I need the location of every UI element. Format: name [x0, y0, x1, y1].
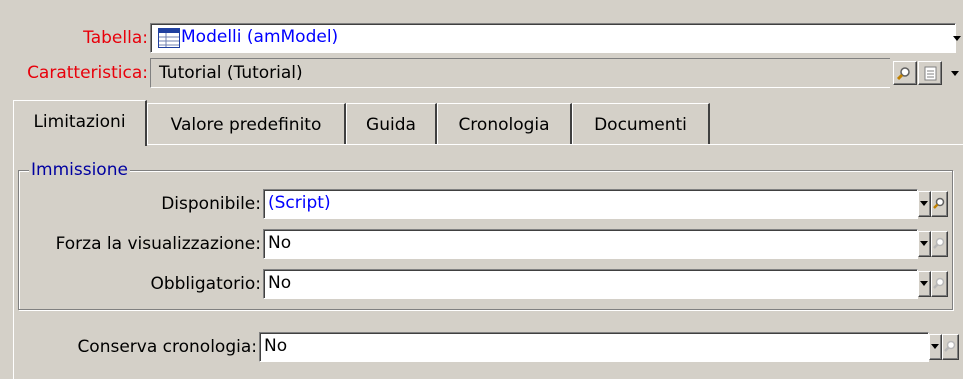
required-search-button[interactable] [931, 271, 948, 297]
tab-limitazioni[interactable]: Limitazioni [13, 100, 147, 146]
history-field[interactable]: No [259, 332, 929, 362]
tab-documenti[interactable]: Documenti [572, 103, 710, 145]
dropdown-arrow-icon [920, 201, 928, 206]
tab-label: Limitazioni [33, 112, 126, 132]
history-value: No [264, 336, 288, 356]
force-display-label: Forza la visualizzazione: [55, 234, 261, 254]
required-dropdown-button[interactable] [918, 271, 931, 297]
available-label: Disponibile: [161, 194, 261, 214]
magnifier-icon [933, 237, 945, 249]
magnifier-icon [933, 277, 945, 289]
history-dropdown-button[interactable] [929, 334, 942, 360]
table-field[interactable]: Modelli (amModel) [150, 23, 956, 53]
tab-label: Valore predefinito [170, 115, 322, 135]
required-field[interactable]: No [263, 269, 918, 299]
feature-details-button[interactable] [918, 61, 942, 85]
force-display-field[interactable]: No [263, 229, 918, 259]
tab-label: Guida [366, 115, 416, 135]
available-dropdown-button[interactable] [918, 191, 931, 217]
feature-search-button[interactable] [893, 61, 917, 85]
magnifier-icon [944, 340, 956, 352]
feature-label: Caratteristica: [27, 63, 148, 83]
dropdown-arrow-icon[interactable] [953, 36, 961, 41]
table-icon [159, 29, 179, 47]
magnifier-icon [933, 197, 945, 209]
feature-field: Tutorial (Tutorial) [150, 58, 890, 88]
details-icon [924, 66, 937, 81]
available-value: (Script) [268, 193, 331, 213]
tab-label: Documenti [594, 115, 687, 135]
available-search-button[interactable] [931, 191, 948, 217]
tab-guida[interactable]: Guida [346, 103, 437, 145]
table-value: Modelli (amModel) [181, 27, 339, 47]
required-value: No [268, 273, 292, 293]
dropdown-arrow-icon [920, 241, 928, 246]
dropdown-arrow-icon [931, 344, 939, 349]
tab-label: Cronologia [458, 115, 550, 135]
force-display-search-button[interactable] [931, 231, 948, 257]
feature-value: Tutorial (Tutorial) [159, 63, 303, 83]
history-label: Conserva cronologia: [77, 337, 257, 357]
required-label: Obbligatorio: [150, 274, 261, 294]
magnifier-icon [896, 67, 910, 81]
tab-bar: Limitazioni Valore predefinito Guida Cro… [13, 100, 963, 148]
tab-cronologia[interactable]: Cronologia [437, 103, 572, 145]
dropdown-arrow-icon [920, 281, 928, 286]
force-display-dropdown-button[interactable] [918, 231, 931, 257]
available-field[interactable]: (Script) [263, 189, 918, 219]
table-label: Tabella: [83, 28, 148, 48]
dropdown-arrow-icon[interactable] [951, 71, 959, 76]
history-search-button[interactable] [942, 334, 959, 360]
entry-group-title: Immissione [29, 160, 130, 180]
table-icon [158, 28, 180, 48]
tab-valore-predefinito[interactable]: Valore predefinito [147, 103, 346, 145]
force-display-value: No [268, 233, 292, 253]
